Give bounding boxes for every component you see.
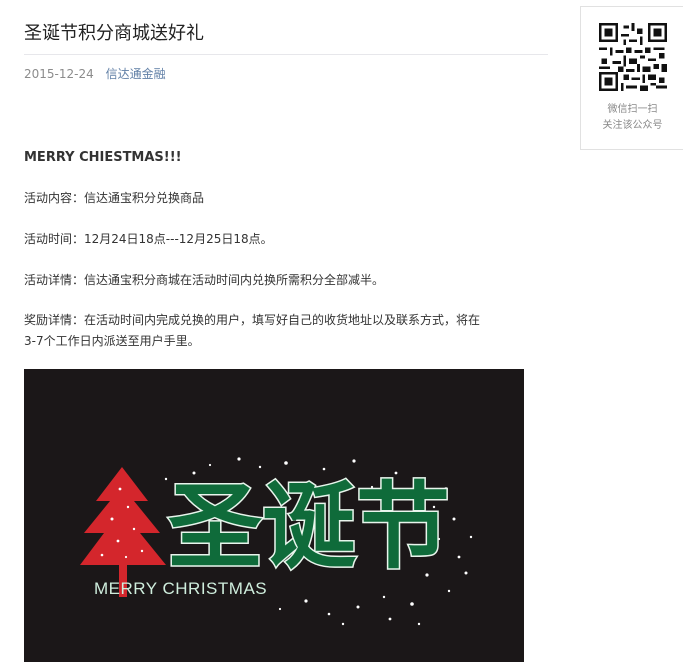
- qr-caption-line2: 关注该公众号: [602, 120, 663, 131]
- account-name-link[interactable]: 信达通金融: [106, 67, 166, 81]
- qr-code-panel: 微信扫一扫 关注该公众号: [580, 6, 683, 150]
- article-title: 圣诞节积分商城送好礼: [24, 23, 204, 44]
- qr-caption: 微信扫一扫 关注该公众号: [581, 102, 683, 134]
- christmas-tree-icon: [80, 467, 166, 597]
- banner-headline: 圣诞节: [168, 473, 450, 582]
- publish-date: 2015-12-24: [24, 67, 94, 81]
- greeting-heading: MERRY CHIESTMAS!!!: [24, 150, 182, 165]
- activity-content-text: 活动内容：信达通宝积分兑换商品: [24, 191, 205, 205]
- christmas-banner-image: 圣诞节 MERRY CHRISTMAS: [24, 369, 524, 662]
- article-meta: 2015-12-24 信达通金融: [24, 66, 166, 82]
- activity-time-text: 活动时间：12月24日18点---12月25日18点。: [24, 232, 273, 246]
- qr-code-icon: [599, 23, 667, 91]
- activity-detail-text: 活动详情：信达通宝积分商城在活动时间内兑换所需积分全部减半。: [24, 273, 385, 287]
- qr-caption-line1: 微信扫一扫: [607, 104, 658, 115]
- title-divider: [24, 54, 548, 55]
- banner-subtitle: MERRY CHRISTMAS: [94, 579, 267, 598]
- reward-detail-text: 奖励详情：在活动时间内完成兑换的用户，填写好自己的收货地址以及联系方式，将在3-…: [24, 313, 481, 348]
